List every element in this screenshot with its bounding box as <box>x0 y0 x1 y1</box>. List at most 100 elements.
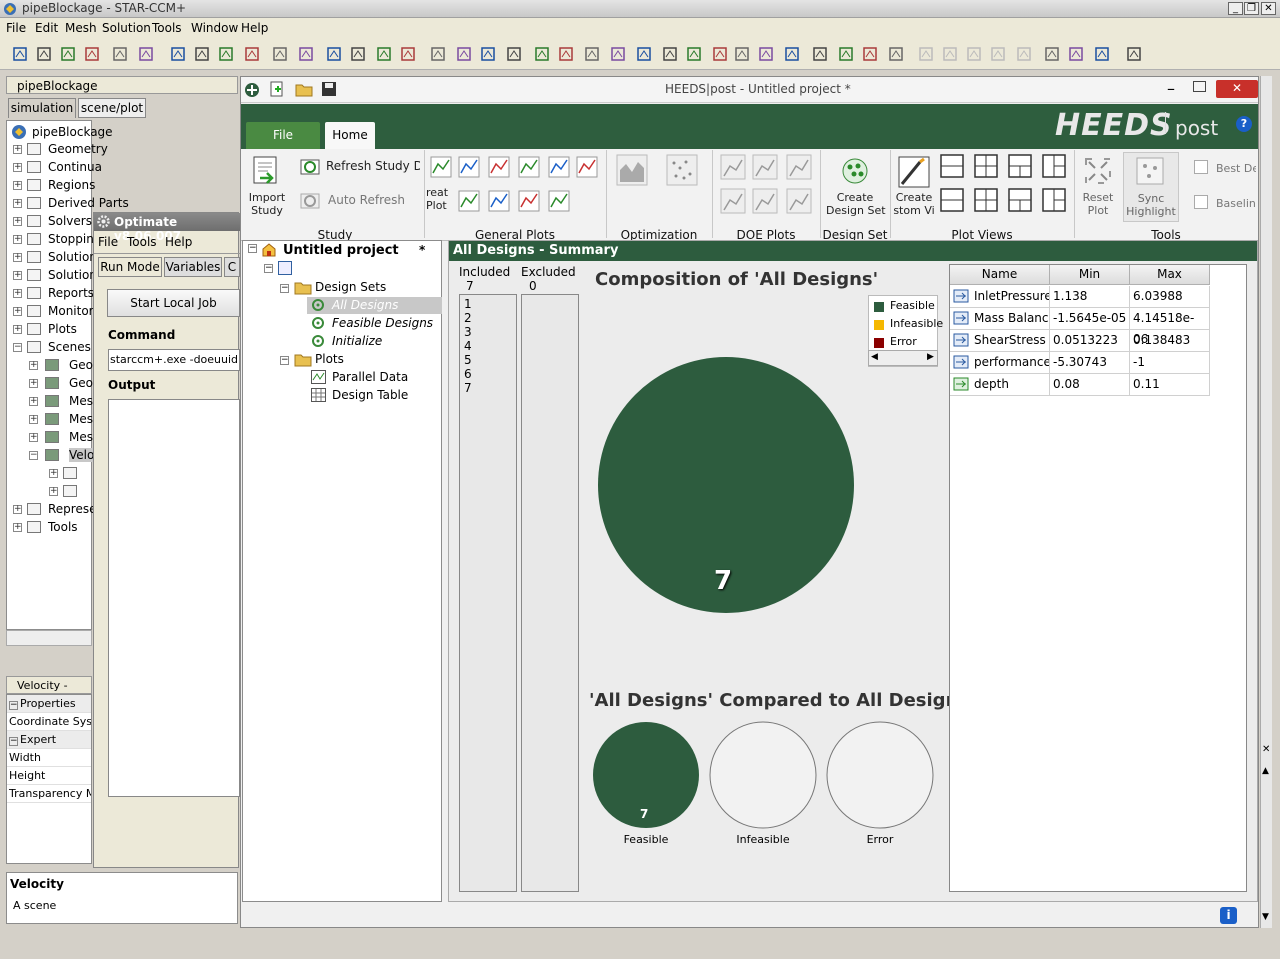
property-row[interactable]: Height <box>7 767 91 785</box>
help-icon[interactable]: ? <box>1236 116 1252 132</box>
layout-8-icon[interactable] <box>1042 188 1066 212</box>
reset-plot-icon[interactable] <box>1083 156 1113 186</box>
tree-item[interactable]: + Represe <box>13 501 97 519</box>
stop-disabled-icon[interactable] <box>942 46 958 62</box>
create-plot-button[interactable]: reat Plot <box>426 186 456 212</box>
tab-run-mode[interactable]: Run Mode <box>98 257 162 277</box>
scene-subitem[interactable]: + <box>49 465 91 483</box>
bar-plot-icon[interactable] <box>548 156 570 178</box>
tree-item[interactable]: + Solvers <box>13 213 92 231</box>
right-scrollbar[interactable]: ✕ ▲ ▼ <box>1260 76 1272 928</box>
new-project-icon[interactable] <box>269 81 285 97</box>
property-row[interactable]: − Properties <box>7 695 91 713</box>
table-header[interactable]: Min <box>1050 265 1130 285</box>
layout-6-icon[interactable] <box>974 188 998 212</box>
plot-alt-icon[interactable] <box>838 46 854 62</box>
scene-item[interactable]: + Mesl <box>29 429 96 447</box>
plots-label[interactable]: Plots <box>315 352 344 366</box>
included-design-item[interactable]: 7 <box>464 381 472 395</box>
table-row[interactable]: depth <box>950 374 1050 396</box>
plot-icon[interactable] <box>812 46 828 62</box>
globe-icon[interactable] <box>784 46 800 62</box>
doe-scatter-icon[interactable] <box>752 154 778 180</box>
refresh-study-button[interactable]: Refresh Study Dat <box>326 160 420 173</box>
menu-edit[interactable]: Edit <box>35 21 58 35</box>
open-icon[interactable] <box>36 46 52 62</box>
reset-plot-button[interactable]: Reset Plot <box>1078 191 1118 217</box>
copy-icon[interactable] <box>112 46 128 62</box>
scene-item[interactable]: + Mesl <box>29 411 96 429</box>
tree-item[interactable]: + Monitors <box>13 303 100 321</box>
scene-item[interactable]: + Geor <box>29 375 98 393</box>
initialize-label[interactable]: Initialize <box>332 334 382 348</box>
tree-item[interactable]: + Stopping <box>13 231 101 249</box>
import-study-icon[interactable] <box>252 156 280 186</box>
create-custom-view-button[interactable]: Create stom Vi <box>893 191 935 217</box>
compare-pie-error[interactable] <box>825 720 935 830</box>
box-icon[interactable] <box>326 46 342 62</box>
tree-root[interactable]: pipeBlockage <box>9 123 113 141</box>
frame-icon[interactable] <box>862 46 878 62</box>
study-node-icon[interactable] <box>278 261 292 275</box>
output-area[interactable] <box>108 399 240 797</box>
doe-cube-icon[interactable] <box>720 188 746 214</box>
best-design-checkbox[interactable] <box>1194 160 1208 174</box>
sync-highlight-button[interactable]: Sync Highlight <box>1124 192 1178 218</box>
step-icon[interactable] <box>194 46 210 62</box>
save-icon[interactable] <box>60 46 76 62</box>
menu-window[interactable]: Window <box>191 21 238 35</box>
scene-subitem[interactable]: + <box>49 483 91 501</box>
open-folder-icon[interactable] <box>295 81 313 97</box>
create-design-set-button[interactable]: Create Design Set <box>826 191 886 217</box>
tab-scene-plot[interactable]: scene/plot <box>78 98 146 118</box>
doe-trend-icon[interactable] <box>786 188 812 214</box>
image-icon[interactable] <box>534 46 550 62</box>
tab-c[interactable]: C <box>224 257 240 277</box>
tree-item[interactable]: + Plots <box>13 321 91 339</box>
included-design-item[interactable]: 4 <box>464 339 472 353</box>
scatter-plot-icon[interactable] <box>458 156 480 178</box>
all-designs-label[interactable]: All Designs <box>332 298 398 312</box>
mesh-icon[interactable] <box>272 46 288 62</box>
table-header[interactable]: Max <box>1130 265 1210 285</box>
parallel-data-label[interactable]: Parallel Data <box>332 370 408 384</box>
settings-icon[interactable] <box>1126 46 1142 62</box>
shape-icon[interactable] <box>376 46 392 62</box>
play-icon[interactable] <box>170 46 186 62</box>
menu-solution[interactable]: Solution <box>102 21 151 35</box>
tree-scrollbar[interactable] <box>6 630 92 646</box>
included-design-item[interactable]: 2 <box>464 311 472 325</box>
undo-icon[interactable] <box>662 46 678 62</box>
select-icon[interactable] <box>610 46 626 62</box>
run-fast-icon[interactable] <box>480 46 496 62</box>
record-icon[interactable] <box>506 46 522 62</box>
grid-icon[interactable] <box>400 46 416 62</box>
layout-3-icon[interactable] <box>1008 154 1032 178</box>
tree-item[interactable]: − Scenes <box>13 339 91 357</box>
design-sets-label[interactable]: Design Sets <box>315 280 386 294</box>
filter-icon[interactable] <box>350 46 366 62</box>
doe-line-icon[interactable] <box>786 154 812 180</box>
scene-item[interactable]: − Velo <box>29 447 95 465</box>
menu-mesh[interactable]: Mesh <box>65 21 97 35</box>
optimate-menu-help[interactable]: Help <box>165 235 192 249</box>
refresh-icon[interactable] <box>300 158 322 176</box>
tab-simulation[interactable]: simulation <box>8 98 76 118</box>
save-as-icon[interactable] <box>84 46 100 62</box>
cube-plot-icon[interactable] <box>488 190 510 212</box>
record-disabled-icon[interactable] <box>1016 46 1032 62</box>
table-row[interactable]: performance <box>950 352 1050 374</box>
auto-refresh-button[interactable]: Auto Refresh <box>328 194 405 207</box>
bubble-plot-icon[interactable] <box>458 190 480 212</box>
maximize-button[interactable]: ❐ <box>1244 2 1259 15</box>
ribbon-tab-file[interactable]: File <box>246 122 320 149</box>
scene-item[interactable]: + Mesl <box>29 393 96 411</box>
select-region-icon[interactable] <box>1044 46 1060 62</box>
stop-icon[interactable] <box>244 46 260 62</box>
sync-highlight-icon[interactable] <box>1135 156 1165 186</box>
tree-item[interactable]: + Continua <box>13 159 102 177</box>
baseline-checkbox[interactable] <box>1194 195 1208 209</box>
layout-1-icon[interactable] <box>940 154 964 178</box>
heeds-maximize-button[interactable] <box>1193 81 1206 92</box>
included-design-item[interactable]: 6 <box>464 367 472 381</box>
